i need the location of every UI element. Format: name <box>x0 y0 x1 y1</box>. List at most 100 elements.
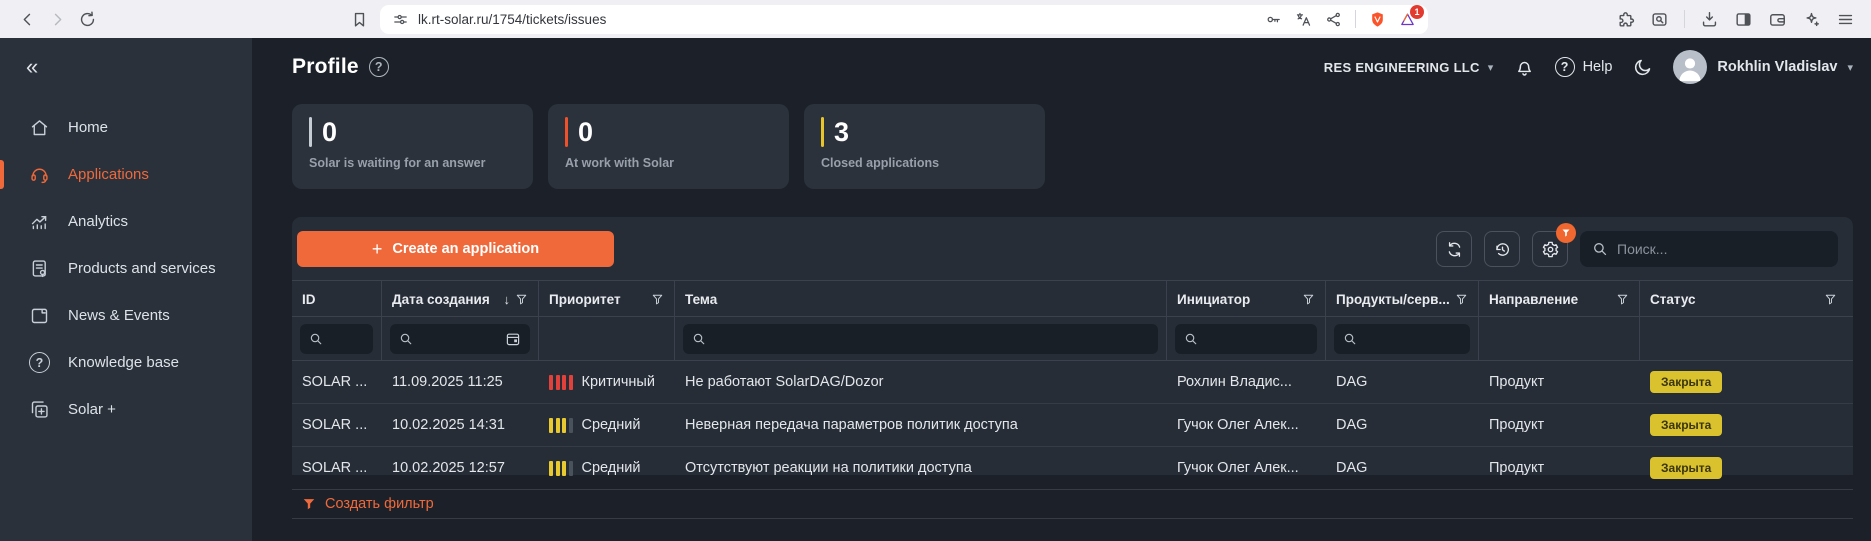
sidebar-collapse-button[interactable]: « <box>0 52 252 82</box>
priority-bars-icon <box>549 375 573 390</box>
sidebar-item-label: Solar + <box>68 401 116 418</box>
cell-product: DAG <box>1326 374 1479 390</box>
filter-funnel-icon[interactable] <box>1616 293 1629 306</box>
page-help-icon[interactable]: ? <box>369 57 389 77</box>
extension-badge: 1 <box>1410 5 1424 19</box>
filter-funnel-icon[interactable] <box>1302 293 1315 306</box>
table-row[interactable]: SOLAR ... 10.02.2025 12:57 Средний Отсут… <box>292 447 1853 490</box>
brave-shield-icon[interactable] <box>1369 11 1386 28</box>
extensions-puzzle-icon[interactable] <box>1616 10 1635 29</box>
column-header-products[interactable]: Продукты/серв... <box>1326 281 1479 318</box>
calendar-icon[interactable] <box>505 331 521 347</box>
priority-label: Критичный <box>582 374 655 390</box>
page-title: Profile <box>292 55 359 79</box>
stat-value: 0 <box>322 119 337 146</box>
dark-mode-moon-icon[interactable] <box>1632 57 1653 78</box>
accent-bar <box>821 117 824 147</box>
help-button[interactable]: ? Help <box>1555 57 1613 77</box>
filter-funnel-icon[interactable] <box>515 293 528 306</box>
sidebar-toggle-icon[interactable] <box>1734 10 1753 29</box>
extension-button[interactable]: 1 <box>1399 11 1416 28</box>
sort-desc-icon[interactable]: ↓ <box>504 292 511 307</box>
search-input[interactable] <box>1617 241 1826 257</box>
user-menu[interactable]: Rokhlin Vladislav ▾ <box>1673 50 1853 84</box>
translate-icon <box>1295 11 1312 28</box>
analytics-chart-icon <box>29 211 50 232</box>
column-header-status[interactable]: Статус <box>1640 281 1853 318</box>
filter-initiator-input[interactable] <box>1205 331 1308 346</box>
sidebar-item-news[interactable]: News & Events <box>0 292 252 339</box>
copy-plus-icon <box>29 399 50 420</box>
sidebar-item-applications[interactable]: Applications <box>0 151 252 198</box>
forward-button[interactable] <box>42 4 72 34</box>
column-header-id[interactable]: ID <box>292 281 382 318</box>
column-header-initiator[interactable]: Инициатор <box>1167 281 1326 318</box>
leo-ai-sparkle-icon[interactable] <box>1802 10 1821 29</box>
company-name: RES ENGINEERING LLC <box>1324 60 1480 75</box>
status-badge: Закрыта <box>1650 371 1722 393</box>
filter-initiator[interactable] <box>1175 324 1317 354</box>
url-bar[interactable]: lk.rt-solar.ru/1754/tickets/issues 1 <box>380 5 1428 34</box>
cell-subject: Отсутствуют реакции на политики доступа <box>675 460 1167 476</box>
company-selector[interactable]: RES ENGINEERING LLC ▾ <box>1324 60 1494 75</box>
table-search[interactable] <box>1580 231 1838 267</box>
cell-product: DAG <box>1326 417 1479 433</box>
table-row[interactable]: SOLAR ... 10.02.2025 14:31 Средний Невер… <box>292 404 1853 447</box>
filter-products[interactable] <box>1334 324 1470 354</box>
filter-created-input[interactable] <box>420 331 498 346</box>
search-icon <box>1184 332 1198 346</box>
sidebar: « Home Applications Analytics Products a… <box>0 38 252 541</box>
filter-subject-input[interactable] <box>713 331 1149 346</box>
share-icon <box>1325 11 1342 28</box>
history-button[interactable] <box>1484 231 1520 267</box>
divider <box>1684 10 1685 28</box>
priority-label: Средний <box>582 460 641 476</box>
column-header-direction[interactable]: Направление <box>1479 281 1640 318</box>
table-row[interactable]: SOLAR ... 11.09.2025 11:25 Критичный Не … <box>292 361 1853 404</box>
stat-value: 0 <box>578 119 593 146</box>
reload-button[interactable] <box>72 4 102 34</box>
sidebar-item-products[interactable]: Products and services <box>0 245 252 292</box>
filter-id[interactable] <box>300 324 373 354</box>
create-filter-label: Создать фильтр <box>325 496 434 512</box>
filter-created[interactable] <box>390 324 530 354</box>
column-header-subject[interactable]: Тема <box>675 281 1167 318</box>
sidebar-item-label: Applications <box>68 166 149 183</box>
accent-bar <box>565 117 568 147</box>
sidebar-item-solar-plus[interactable]: Solar + <box>0 386 252 433</box>
column-header-created[interactable]: Дата создания ↓ <box>382 281 539 318</box>
browser-chrome: lk.rt-solar.ru/1754/tickets/issues 1 <box>0 0 1871 38</box>
column-header-priority[interactable]: Приоритет <box>539 281 675 318</box>
sidebar-item-label: Home <box>68 119 108 136</box>
search-icon <box>1343 332 1357 346</box>
filter-products-input[interactable] <box>1364 331 1461 346</box>
search-tab-icon[interactable] <box>1650 10 1669 29</box>
filter-subject[interactable] <box>683 324 1158 354</box>
table-settings-button[interactable] <box>1532 231 1568 267</box>
filter-funnel-icon[interactable] <box>1824 293 1837 306</box>
menu-icon[interactable] <box>1836 10 1855 29</box>
cell-direction: Продукт <box>1479 374 1640 390</box>
downloads-icon[interactable] <box>1700 10 1719 29</box>
back-button[interactable] <box>12 4 42 34</box>
notifications-bell-icon[interactable] <box>1514 57 1535 78</box>
cell-product: DAG <box>1326 460 1479 476</box>
stat-value: 3 <box>834 119 849 146</box>
stat-card-waiting: 0 Solar is waiting for an answer <box>292 104 533 189</box>
person-icon <box>1673 50 1707 84</box>
sidebar-item-home[interactable]: Home <box>0 104 252 151</box>
cell-direction: Продукт <box>1479 417 1640 433</box>
bookmark-button[interactable] <box>344 4 374 34</box>
refresh-button[interactable] <box>1436 231 1472 267</box>
sidebar-item-knowledge[interactable]: ? Knowledge base <box>0 339 252 386</box>
cell-id: SOLAR ... <box>292 417 382 433</box>
wallet-icon[interactable] <box>1768 10 1787 29</box>
accent-bar <box>309 117 312 147</box>
create-application-button[interactable]: + Create an application <box>297 231 614 267</box>
filter-funnel-icon[interactable] <box>1455 293 1468 306</box>
create-filter-link[interactable]: Создать фильтр <box>292 490 1853 519</box>
help-label: Help <box>1583 59 1613 75</box>
sidebar-item-analytics[interactable]: Analytics <box>0 198 252 245</box>
filter-id-input[interactable] <box>330 331 364 346</box>
filter-funnel-icon[interactable] <box>651 293 664 306</box>
